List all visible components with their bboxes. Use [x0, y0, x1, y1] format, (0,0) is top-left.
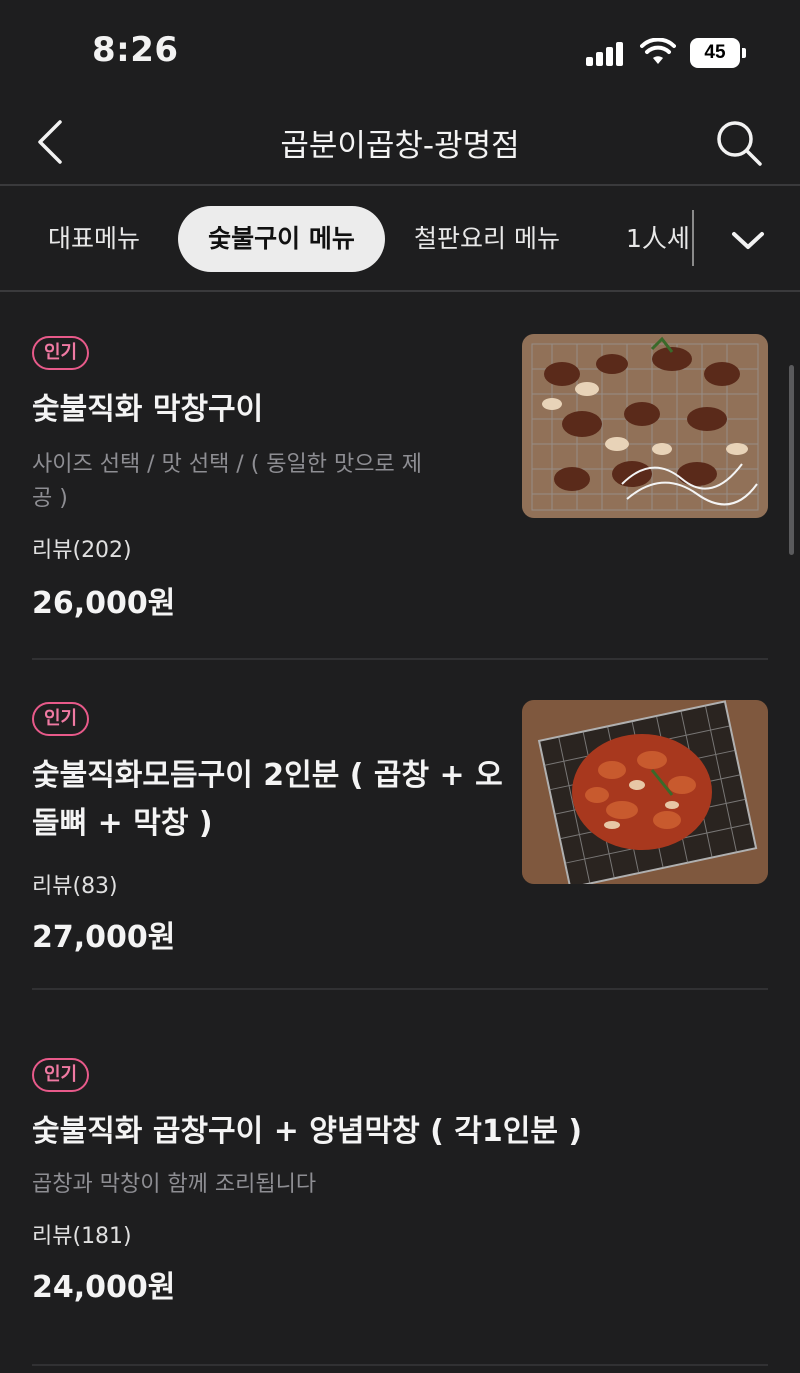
menu-item-review-count: 리뷰(202): [32, 538, 132, 563]
tab-representative-menu[interactable]: 대표메뉴: [48, 206, 140, 272]
popular-badge: 인기: [32, 702, 90, 736]
cellular-signal-icon: [586, 42, 626, 66]
menu-item-photo: [522, 700, 768, 884]
menu-item-name: 숯불직화 곱창구이 + 양념막창 ( 각1인분 ): [32, 1114, 583, 1149]
menu-item[interactable]: 인기 숯불직화 막창구이 사이즈 선택 / 맛 선택 / ( 동일한 맛으로 제…: [32, 292, 768, 660]
chevron-down-icon[interactable]: [722, 214, 774, 266]
scrollbar[interactable]: [789, 365, 794, 555]
popular-badge: 인기: [32, 1058, 90, 1092]
menu-item-name: 숯불직화모듬구이 2인분 ( 곱창 + 오: [32, 758, 503, 793]
page-title: 곱분이곱창-광명점: [280, 128, 520, 164]
menu-item[interactable]: 인기 숯불직화 곱창구이 + 양념막창 ( 각1인분 ) 곱창과 막창이 함께 …: [32, 990, 768, 1366]
battery-level: 45: [690, 38, 740, 68]
menu-item-review-count: 리뷰(181): [32, 1224, 132, 1249]
menu-item-photo: [522, 334, 768, 518]
popular-badge: 인기: [32, 336, 90, 370]
search-icon[interactable]: [712, 116, 766, 170]
tab-divider: [692, 210, 694, 266]
menu-item-name-cont: 돌뼈 + 막창 ): [32, 806, 213, 841]
menu-item-description-cont: 공 ): [32, 486, 68, 511]
wifi-icon: [640, 38, 676, 64]
menu-item-description: 곱창과 막창이 함께 조리됩니다: [32, 1172, 317, 1197]
menu-item-review-count: 리뷰(83): [32, 874, 118, 899]
menu-item-price: 26,000원: [32, 586, 176, 621]
status-bar: 8:26 45: [0, 0, 800, 100]
menu-item-price: 27,000원: [32, 920, 176, 955]
menu-item-name: 숯불직화 막창구이: [32, 392, 264, 427]
menu-item-price: 24,000원: [32, 1270, 176, 1305]
header: 곱분이곱창-광명점: [0, 100, 800, 186]
tab-single-set[interactable]: 1人세: [626, 206, 690, 272]
tab-iron-plate-menu[interactable]: 철판요리 메뉴: [414, 206, 560, 272]
category-tabs: 대표메뉴 숯불구이 메뉴 철판요리 메뉴 1人세: [0, 188, 800, 292]
status-time: 8:26: [92, 30, 179, 70]
tab-charcoal-grill-menu[interactable]: 숯불구이 메뉴: [178, 206, 385, 272]
battery-icon: 45: [690, 38, 746, 68]
menu-item[interactable]: 인기 숯불직화모듬구이 2인분 ( 곱창 + 오 돌뼈 + 막창 ) 리뷰(83…: [32, 660, 768, 990]
menu-item-description: 사이즈 선택 / 맛 선택 / ( 동일한 맛으로 제: [32, 452, 422, 477]
